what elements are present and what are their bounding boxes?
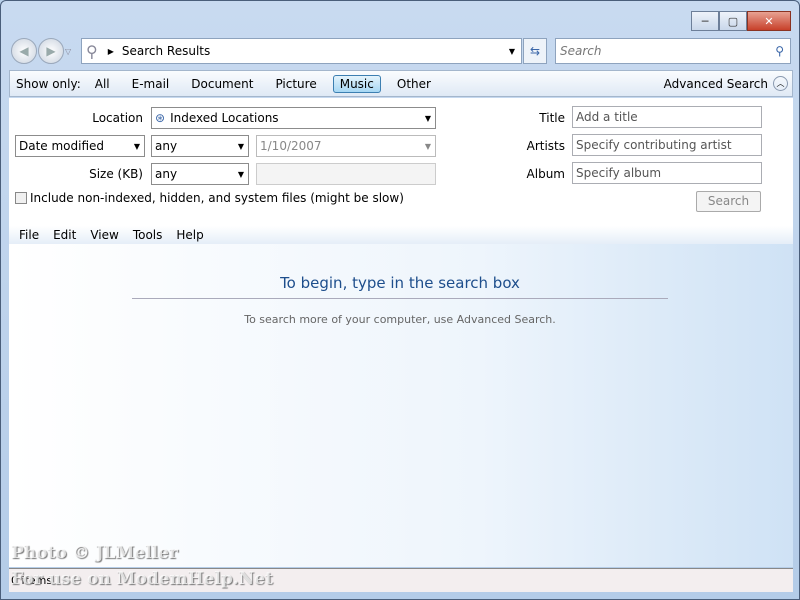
date-field-dropdown[interactable]: Date modified ▼ [15,135,145,157]
collapse-chevron-icon[interactable]: ︿ [773,76,788,91]
search-button[interactable]: Search [696,191,761,212]
explorer-window: ─ ▢ ✕ ◀ ▶ ▽ ⚲ ▶ Search Results ▼ ⇆ Searc… [0,0,800,600]
refresh-icon[interactable]: ⇆ [523,38,547,64]
empty-heading: To begin, type in the search box [132,274,668,299]
include-nonindexed-checkbox[interactable]: Include non-indexed, hidden, and system … [15,191,404,205]
search-icon[interactable]: ⚲ [775,44,784,58]
title-input[interactable]: Add a title [572,106,762,128]
location-dropdown[interactable]: ⊛ Indexed Locations ▼ [151,107,436,129]
back-button[interactable]: ◀ [11,38,37,64]
search-input[interactable]: Search ⚲ [555,38,791,64]
advanced-search-pane: Location ⊛ Indexed Locations ▼ Date modif… [9,98,793,226]
breadcrumb-search-results[interactable]: Search Results [122,44,210,58]
filter-document[interactable]: Document [191,77,253,91]
menu-tools[interactable]: Tools [133,228,163,242]
date-operator-dropdown[interactable]: any ▼ [151,135,249,157]
album-label: Album [526,167,565,181]
filter-other[interactable]: Other [397,77,431,91]
album-input[interactable]: Specify album [572,162,762,184]
show-only-bar: Show only: All E-mail Document Picture M… [9,70,793,97]
breadcrumb-arrow-icon[interactable]: ▶ [108,47,114,56]
menu-file[interactable]: File [19,228,39,242]
size-label: Size (KB) [89,167,143,181]
forward-button[interactable]: ▶ [38,38,64,64]
menu-help[interactable]: Help [176,228,203,242]
location-value: Indexed Locations [170,111,279,125]
location-label: Location [92,111,143,125]
minimize-button[interactable]: ─ [691,11,719,31]
watermark-line2: For use on ModemHelp.Net [11,569,273,589]
menu-edit[interactable]: Edit [53,228,76,242]
filter-music[interactable]: Music [332,74,381,93]
empty-subtext: To search more of your computer, use Adv… [244,313,556,326]
search-placeholder: Search [560,44,602,58]
maximize-button[interactable]: ▢ [719,11,747,31]
artists-label: Artists [526,139,565,153]
include-nonindexed-label: Include non-indexed, hidden, and system … [30,191,404,205]
title-label: Title [539,111,565,125]
menu-view[interactable]: View [90,228,118,242]
nav-buttons: ◀ ▶ ▽ [11,38,71,64]
filter-email[interactable]: E-mail [132,77,170,91]
indexed-locations-icon: ⊛ [155,111,166,125]
caption-buttons: ─ ▢ ✕ [691,11,791,31]
filter-all[interactable]: All [95,77,110,91]
menu-bar: File Edit View Tools Help [9,226,793,244]
show-only-label: Show only: [16,76,81,91]
size-value-input [256,163,436,185]
watermark-line1: Photo © JLMeller [11,543,178,563]
recent-pages-dropdown-icon[interactable]: ▽ [65,47,71,56]
filter-picture[interactable]: Picture [275,77,316,91]
advanced-search-link[interactable]: Advanced Search [664,77,768,91]
close-button[interactable]: ✕ [747,11,791,31]
address-bar[interactable]: ⚲ ▶ Search Results ▼ [81,38,522,64]
results-area: To begin, type in the search box To sear… [9,244,793,567]
date-value-picker: 1/10/2007 ▼ [256,135,436,157]
artists-input[interactable]: Specify contributing artist [572,134,762,156]
search-magnifier-icon: ⚲ [86,41,98,61]
address-dropdown-icon[interactable]: ▼ [509,47,515,56]
size-operator-dropdown[interactable]: any ▼ [151,163,249,185]
